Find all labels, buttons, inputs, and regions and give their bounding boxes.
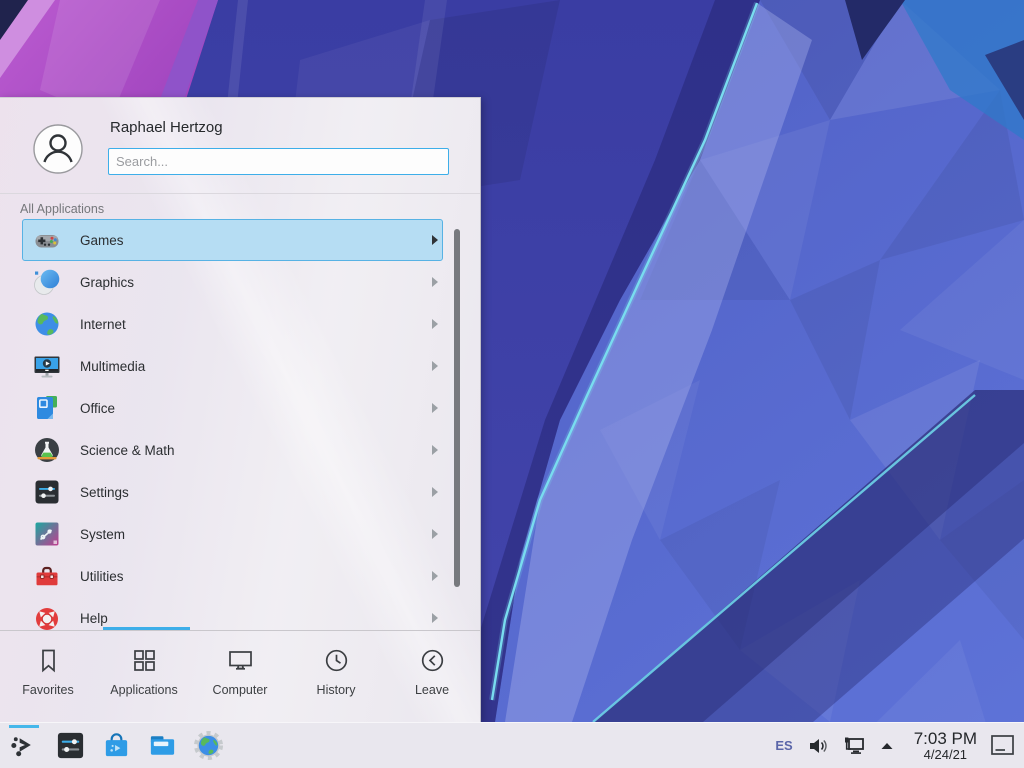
applications-icon [131, 647, 158, 674]
category-row-internet[interactable]: Internet [22, 303, 443, 345]
leave-icon [419, 647, 446, 674]
active-task-indicator [9, 725, 39, 728]
computer-icon [227, 647, 254, 674]
taskbar: ES 7:03 PM 4/24/21 [0, 722, 1024, 768]
tab-label: History [317, 683, 356, 697]
header-separator [0, 193, 480, 194]
graphics-icon [33, 268, 61, 296]
category-row-science-math[interactable]: Science & Math [22, 429, 443, 471]
list-scrollbar[interactable] [454, 229, 460, 587]
tab-applications[interactable]: Applications [96, 631, 192, 723]
category-label: Settings [80, 485, 432, 500]
category-row-system[interactable]: System [22, 513, 443, 555]
volume-icon[interactable] [807, 735, 829, 757]
tab-bar: Favorites Applications Computer History … [0, 631, 480, 723]
internet-icon [33, 310, 61, 338]
submenu-arrow-icon [432, 487, 438, 497]
science-icon [33, 436, 61, 464]
utilities-icon [33, 562, 61, 590]
menu-header: Raphael Hertzog [0, 98, 480, 193]
submenu-arrow-icon [432, 235, 438, 245]
clock-date: 4/24/21 [914, 748, 977, 762]
category-list: Games Graphics Internet Multimedia Offic… [0, 219, 480, 630]
show-desktop-button[interactable] [989, 732, 1016, 759]
category-label: Internet [80, 317, 432, 332]
category-label: Help [80, 611, 432, 626]
favorites-icon [35, 647, 62, 674]
history-icon [323, 647, 350, 674]
tab-history[interactable]: History [288, 631, 384, 723]
submenu-arrow-icon [432, 529, 438, 539]
category-label: Utilities [80, 569, 432, 584]
submenu-arrow-icon [432, 613, 438, 623]
submenu-arrow-icon [432, 361, 438, 371]
dolphin-icon [147, 730, 178, 761]
category-row-utilities[interactable]: Utilities [22, 555, 443, 597]
games-icon [33, 226, 61, 254]
search-input[interactable] [108, 148, 449, 175]
taskbar-application-launcher[interactable] [4, 723, 44, 768]
tab-label: Leave [415, 683, 449, 697]
taskbar-discover[interactable] [96, 723, 136, 768]
multimedia-icon [33, 352, 61, 380]
taskbar-file-manager[interactable] [142, 723, 182, 768]
category-row-multimedia[interactable]: Multimedia [22, 345, 443, 387]
category-label: Science & Math [80, 443, 432, 458]
category-label: Office [80, 401, 432, 416]
category-label: Graphics [80, 275, 432, 290]
network-icon[interactable] [842, 734, 866, 758]
category-label: Games [80, 233, 432, 248]
clock-time: 7:03 PM [914, 729, 977, 748]
help-icon [33, 604, 61, 630]
settings-icon [33, 478, 61, 506]
taskbar-system-settings[interactable] [50, 723, 90, 768]
taskbar-web-browser[interactable] [188, 723, 228, 768]
submenu-arrow-icon [432, 571, 438, 581]
kde-launcher-icon [9, 730, 40, 761]
system-settings-icon [55, 730, 86, 761]
tab-label: Favorites [22, 683, 73, 697]
submenu-arrow-icon [432, 319, 438, 329]
office-icon [33, 394, 61, 422]
category-row-help[interactable]: Help [22, 597, 443, 630]
category-label: Multimedia [80, 359, 432, 374]
discover-icon [101, 730, 132, 761]
keyboard-layout-indicator[interactable]: ES [775, 738, 792, 753]
user-avatar-icon[interactable] [33, 124, 83, 174]
expand-tray-icon[interactable] [879, 738, 895, 754]
system-tray: ES 7:03 PM 4/24/21 [775, 723, 1024, 768]
clock[interactable]: 7:03 PM 4/24/21 [914, 729, 977, 762]
tab-computer[interactable]: Computer [192, 631, 288, 723]
tab-leave[interactable]: Leave [384, 631, 480, 723]
taskbar-launchers [0, 723, 234, 768]
submenu-arrow-icon [432, 403, 438, 413]
globe-gear-icon [193, 730, 224, 761]
submenu-arrow-icon [432, 277, 438, 287]
category-label: System [80, 527, 432, 542]
category-row-graphics[interactable]: Graphics [22, 261, 443, 303]
category-row-office[interactable]: Office [22, 387, 443, 429]
active-tab-indicator [103, 627, 190, 630]
user-name: Raphael Hertzog [110, 119, 223, 136]
section-label: All Applications [20, 202, 104, 216]
category-row-settings[interactable]: Settings [22, 471, 443, 513]
tab-label: Computer [213, 683, 268, 697]
submenu-arrow-icon [432, 445, 438, 455]
system-icon [33, 520, 61, 548]
tab-label: Applications [110, 683, 177, 697]
application-launcher-menu: Raphael Hertzog All Applications Games G… [0, 97, 481, 722]
category-row-games[interactable]: Games [22, 219, 443, 261]
tab-favorites[interactable]: Favorites [0, 631, 96, 723]
